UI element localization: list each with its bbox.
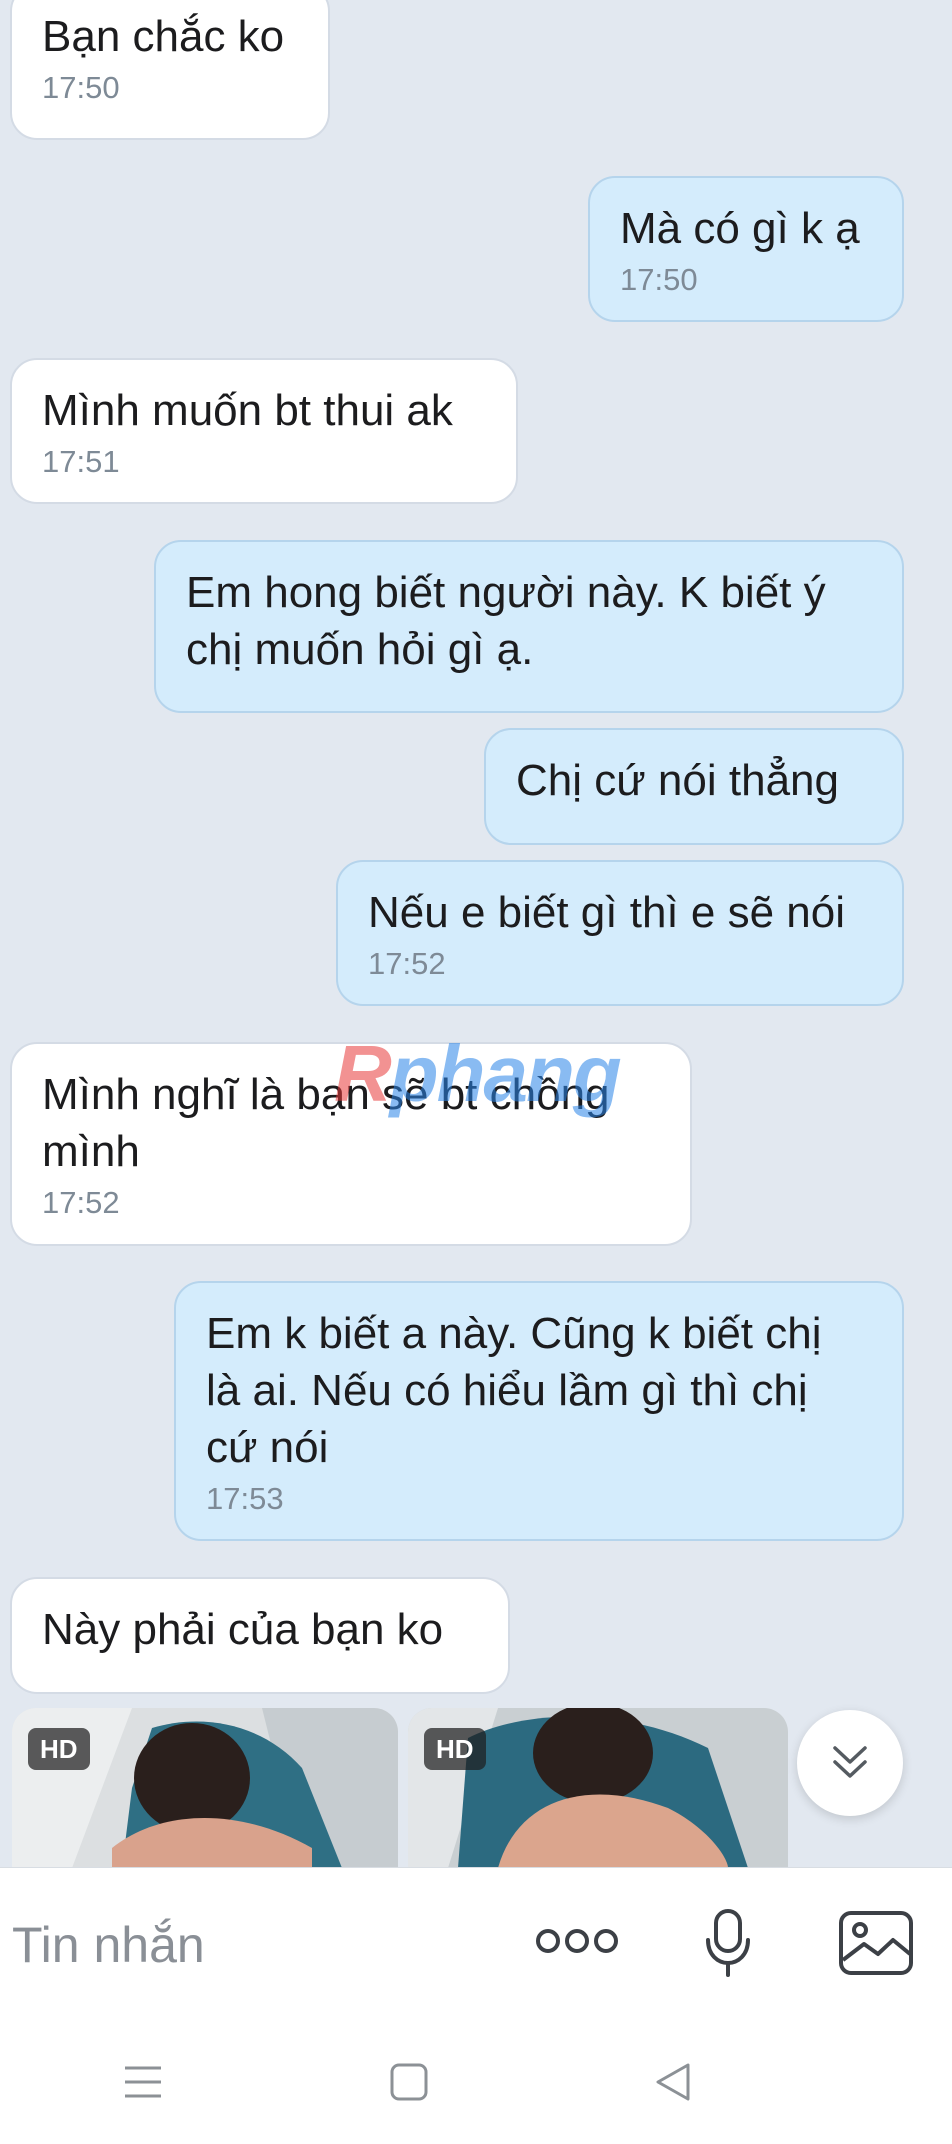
message-time: 17:52 bbox=[42, 1185, 120, 1220]
gallery-button[interactable] bbox=[836, 1908, 916, 1978]
message-outgoing[interactable]: Mà có gì k ạ 17:50 bbox=[588, 176, 904, 322]
more-button[interactable] bbox=[530, 1916, 624, 1966]
triangle-back-icon bbox=[656, 2063, 690, 2101]
message-time: 17:50 bbox=[620, 262, 698, 297]
scroll-down-button[interactable] bbox=[797, 1710, 903, 1816]
message-text: Mình muốn bt thui ak bbox=[42, 386, 453, 435]
message-text: Em hong biết người này. K biết ý chị muố… bbox=[186, 568, 826, 674]
more-dots-icon bbox=[536, 1929, 618, 1953]
message-text: Em k biết a này. Cũng k biết chị là ai. … bbox=[206, 1309, 822, 1472]
message-text: Bạn chắc ko bbox=[42, 12, 285, 61]
nav-home-button[interactable] bbox=[376, 2049, 442, 2115]
message-text: Này phải của bạn ko bbox=[42, 1605, 444, 1654]
message-outgoing[interactable]: Nếu e biết gì thì e sẽ nói 17:52 bbox=[336, 860, 904, 1006]
message-incoming[interactable]: Mình muốn bt thui ak 17:51 bbox=[10, 358, 518, 504]
message-outgoing[interactable]: Em hong biết người này. K biết ý chị muố… bbox=[154, 540, 904, 713]
message-text: Mình nghĩ là bạn sẽ bt chồng mình bbox=[42, 1070, 610, 1176]
message-input[interactable] bbox=[12, 1910, 492, 1980]
message-incoming[interactable]: Mình nghĩ là bạn sẽ bt chồng mình 17:52 bbox=[10, 1042, 692, 1246]
message-text: Mà có gì k ạ bbox=[620, 204, 860, 253]
microphone-icon bbox=[706, 1909, 750, 1977]
message-incoming[interactable]: Này phải của bạn ko bbox=[10, 1577, 510, 1694]
message-time: 17:52 bbox=[368, 946, 446, 981]
chat-area[interactable]: Bạn chắc ko 17:50 Mà có gì k ạ 17:50 Mìn… bbox=[0, 0, 952, 1867]
message-outgoing[interactable]: Chị cứ nói thẳng bbox=[484, 728, 904, 845]
hd-badge: HD bbox=[424, 1728, 486, 1770]
hd-badge: HD bbox=[28, 1728, 90, 1770]
message-text: Chị cứ nói thẳng bbox=[516, 756, 839, 805]
nav-back-button[interactable] bbox=[640, 2049, 706, 2115]
double-chevron-down-icon bbox=[833, 1746, 867, 1778]
message-time: 17:51 bbox=[42, 444, 120, 479]
menu-lines-icon bbox=[125, 2066, 161, 2098]
system-navigation-bar bbox=[0, 2019, 952, 2144]
square-home-icon bbox=[390, 2063, 428, 2101]
message-time: 17:50 bbox=[42, 70, 120, 105]
message-outgoing[interactable]: Em k biết a này. Cũng k biết chị là ai. … bbox=[174, 1281, 904, 1541]
message-time: 17:53 bbox=[206, 1481, 284, 1516]
message-composer bbox=[0, 1867, 952, 2019]
voice-button[interactable] bbox=[698, 1906, 758, 1980]
media-thumbnail[interactable]: HD bbox=[12, 1708, 398, 1867]
nav-menu-button[interactable] bbox=[110, 2049, 176, 2115]
message-text: Nếu e biết gì thì e sẽ nói bbox=[368, 888, 845, 937]
message-incoming[interactable]: Bạn chắc ko 17:50 bbox=[10, 0, 330, 140]
media-thumbnail[interactable]: HD bbox=[408, 1708, 788, 1867]
image-gallery-icon bbox=[839, 1911, 913, 1975]
